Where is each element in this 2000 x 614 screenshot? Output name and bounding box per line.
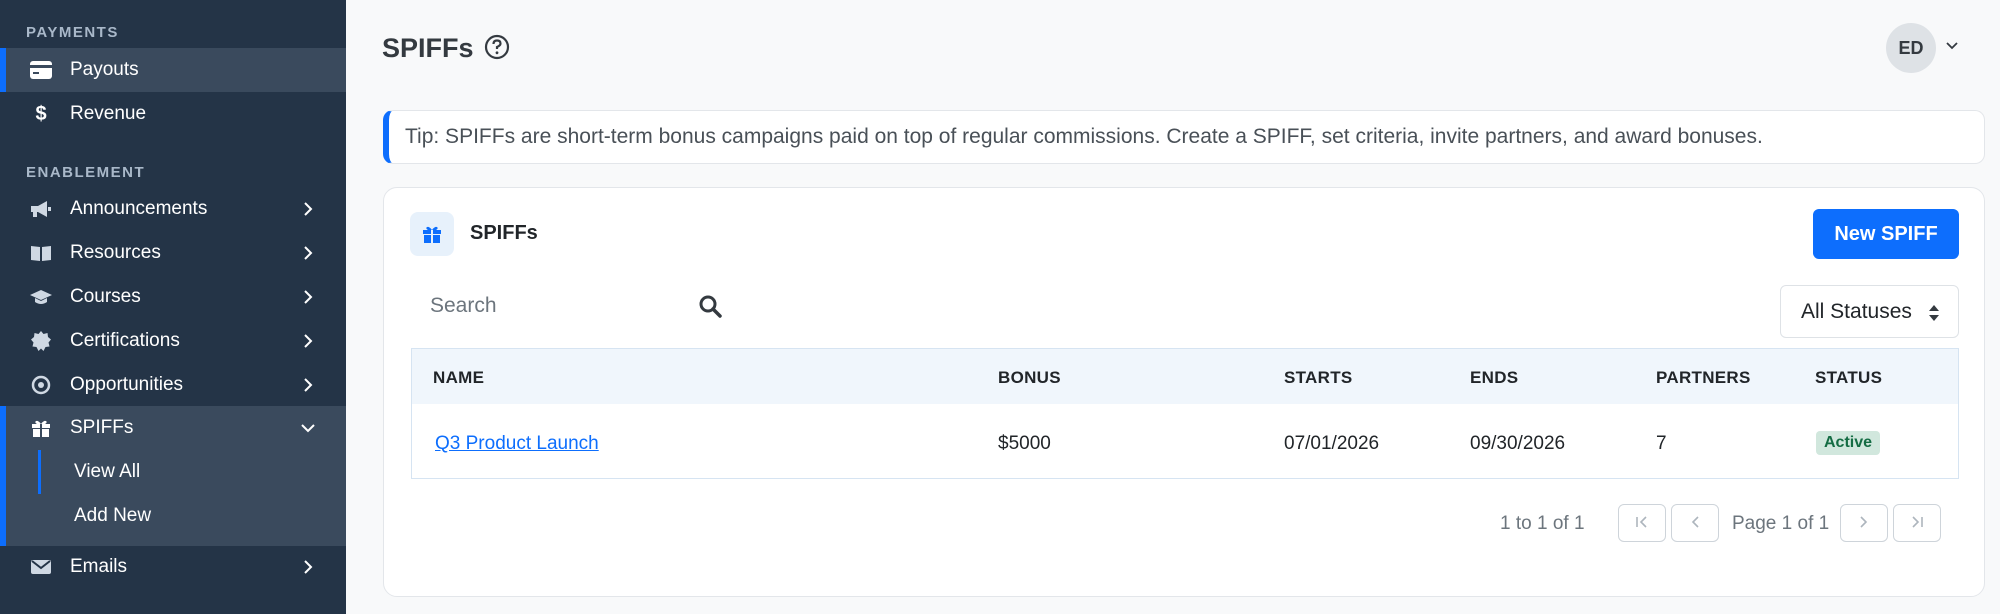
sidebar-item-label: Opportunities (70, 374, 184, 395)
search-input[interactable] (410, 282, 710, 330)
help-circle-icon[interactable] (484, 34, 510, 60)
sidebar-item-certifications[interactable]: Certifications (0, 319, 346, 363)
credit-card-icon (28, 61, 54, 79)
submenu-active-indicator (38, 450, 41, 494)
new-spiff-button[interactable]: New SPIFF (1813, 209, 1959, 259)
section-label-enablement: ENABLEMENT (26, 164, 146, 181)
status-filter-value: All Statuses (1801, 299, 1912, 323)
pagination-page: Page 1 of 1 (1732, 513, 1830, 534)
spiff-starts: 07/01/2026 (1284, 433, 1380, 454)
next-page-button[interactable] (1840, 504, 1888, 542)
sidebar-item-emails[interactable]: Emails (0, 545, 346, 589)
card-title: SPIFFs (470, 222, 538, 244)
dollar-icon: $ (35, 102, 47, 125)
page-title: SPIFFs (382, 33, 474, 63)
chevron-right-icon (298, 201, 318, 217)
sidebar-item-revenue[interactable]: $ Revenue (0, 92, 346, 136)
column-header-partners[interactable]: PARTNERS (1656, 368, 1751, 388)
target-icon (28, 375, 54, 395)
sidebar-item-spiffs[interactable]: SPIFFs (0, 406, 346, 450)
previous-page-button[interactable] (1671, 504, 1719, 542)
pagination-range: 1 to 1 of 1 (1500, 513, 1585, 534)
tip-banner: Tip: SPIFFs are short-term bonus campaig… (383, 110, 1985, 164)
envelope-icon (28, 559, 54, 575)
sidebar-item-label: Emails (70, 556, 128, 577)
graduation-cap-icon (28, 288, 54, 306)
sort-arrows-icon (1928, 304, 1940, 322)
chevron-right-icon (298, 377, 318, 393)
sidebar-item-label: Resources (70, 242, 161, 263)
spiffs-table: NAME BONUS STARTS ENDS PARTNERS STATUS Q… (411, 348, 1959, 479)
section-label-payments: PAYMENTS (26, 24, 119, 41)
spiff-ends: 09/30/2026 (1470, 433, 1566, 454)
sidebar: PAYMENTS Payouts $ Revenue ENABLEMENT An… (0, 0, 346, 614)
chevron-right-icon (298, 289, 318, 305)
table-header: NAME BONUS STARTS ENDS PARTNERS STATUS (412, 349, 1958, 404)
sidebar-item-label: Payouts (70, 59, 139, 80)
spiff-bonus: $5000 (998, 433, 1051, 454)
status-badge: Active (1816, 431, 1881, 455)
sidebar-item-opportunities[interactable]: Opportunities (0, 363, 346, 407)
avatar[interactable]: ED (1886, 23, 1936, 73)
gift-icon (410, 212, 454, 256)
last-page-button[interactable] (1893, 504, 1941, 542)
first-page-button[interactable] (1618, 504, 1666, 542)
search-icon[interactable] (698, 294, 722, 318)
book-icon (28, 244, 54, 262)
column-header-ends[interactable]: ENDS (1470, 368, 1518, 388)
column-header-bonus[interactable]: BONUS (998, 368, 1061, 388)
spiff-name-link[interactable]: Q3 Product Launch (435, 433, 599, 455)
chevron-left-icon (1689, 515, 1701, 532)
status-filter-select[interactable]: All Statuses (1780, 285, 1959, 338)
first-page-icon (1634, 515, 1650, 532)
chevron-down-icon[interactable] (1944, 38, 1960, 54)
chevron-right-icon (298, 333, 318, 349)
sidebar-item-payouts[interactable]: Payouts (0, 48, 346, 92)
sidebar-item-resources[interactable]: Resources (0, 231, 346, 275)
sidebar-item-label: Certifications (70, 330, 180, 351)
column-header-status[interactable]: STATUS (1815, 368, 1882, 388)
chevron-right-icon (298, 559, 318, 575)
sidebar-item-label: Announcements (70, 198, 208, 219)
sidebar-item-announcements[interactable]: Announcements (0, 187, 346, 231)
chevron-down-icon (298, 423, 318, 433)
spiffs-card: SPIFFs New SPIFF All Statuses NAME BONUS… (383, 187, 1985, 597)
column-header-starts[interactable]: STARTS (1284, 368, 1353, 388)
chevron-right-icon (298, 245, 318, 261)
sidebar-subitem-add-new[interactable]: Add New (74, 505, 151, 527)
gift-icon (28, 418, 54, 438)
column-header-name[interactable]: NAME (433, 368, 484, 388)
spiff-partners: 7 (1656, 433, 1667, 454)
last-page-icon (1909, 515, 1925, 532)
chevron-right-icon (1858, 515, 1870, 532)
sidebar-item-courses[interactable]: Courses (0, 275, 346, 319)
certificate-icon (28, 331, 54, 351)
sidebar-subitem-view-all[interactable]: View All (74, 461, 140, 483)
sidebar-item-label: SPIFFs (70, 417, 134, 438)
megaphone-icon (28, 200, 54, 218)
sidebar-item-label: Revenue (70, 103, 147, 124)
sidebar-item-label: Courses (70, 286, 141, 307)
